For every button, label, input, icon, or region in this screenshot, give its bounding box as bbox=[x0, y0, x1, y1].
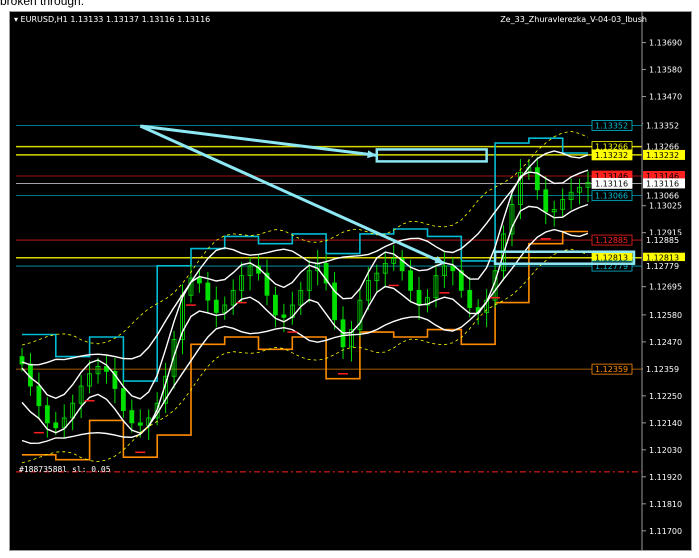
candle-body bbox=[416, 289, 422, 306]
candle-body bbox=[129, 410, 135, 424]
axis-price-tag-label: 1.13232 bbox=[646, 151, 679, 160]
symbol-header: ▾ EURUSD,H1 1.13133 1.13137 1.13116 1.13… bbox=[14, 15, 211, 24]
candle-body bbox=[120, 388, 126, 411]
axis-price-tag-label: 1.12885 bbox=[646, 236, 679, 245]
price-tag-label: 1.13232 bbox=[595, 151, 628, 160]
candle-body bbox=[44, 405, 50, 424]
y-tick-label: 1.11810 bbox=[649, 500, 682, 509]
order-label: #18873588l sl: 0.05 bbox=[19, 465, 111, 474]
candle-body bbox=[197, 277, 202, 284]
y-tick-label: 1.11700 bbox=[649, 527, 682, 536]
y-tick-label: 1.12695 bbox=[649, 283, 682, 292]
candle-body bbox=[205, 282, 211, 301]
axis-price-tag-label: 1.13352 bbox=[646, 121, 679, 130]
candle-body bbox=[467, 289, 473, 308]
y-tick-label: 1.12030 bbox=[649, 446, 682, 455]
y-tick-label: 1.13580 bbox=[649, 66, 682, 75]
price-tag-label: 1.13116 bbox=[595, 179, 628, 188]
axis-price-tag-label: 1.13116 bbox=[646, 179, 679, 188]
candle-body bbox=[273, 294, 278, 316]
y-tick-label: 1.12580 bbox=[649, 311, 682, 320]
y-tick-label: 1.12470 bbox=[649, 338, 682, 347]
candle-body bbox=[543, 189, 549, 213]
axis-price-tag-label: 1.12359 bbox=[646, 365, 679, 374]
price-chart[interactable]: 1.133521.132661.132321.131461.131161.130… bbox=[10, 12, 691, 550]
chart-window[interactable]: 1.13352 1.13266 1.13232 1.13146 1.13116 1.130… bbox=[9, 11, 692, 551]
y-tick-label: 1.12250 bbox=[649, 392, 682, 401]
candle-body bbox=[281, 314, 287, 318]
y-tick-label: 1.11920 bbox=[649, 473, 682, 482]
price-tag-label: 1.13066 bbox=[595, 192, 628, 201]
candle-body bbox=[53, 422, 59, 429]
price-tag-label: 1.12359 bbox=[595, 365, 628, 374]
candle-body bbox=[137, 422, 143, 426]
candle-body bbox=[36, 385, 42, 407]
candle-body bbox=[408, 270, 413, 291]
candle-body bbox=[534, 167, 540, 191]
y-tick-label: 1.12140 bbox=[649, 419, 682, 428]
price-tag-label: 1.12885 bbox=[595, 236, 628, 245]
axis-price-tag-label: 1.12779 bbox=[646, 262, 679, 271]
envelope-line bbox=[21, 169, 589, 400]
candle-body bbox=[213, 299, 219, 313]
y-tick-label: 1.13470 bbox=[649, 93, 682, 102]
y-tick-label: 1.13025 bbox=[649, 202, 682, 211]
y-tick-label: 1.13690 bbox=[649, 39, 682, 48]
indicator-header: Ze_33_Zhuravlerezka_V-04-03_Ibush bbox=[500, 15, 647, 24]
page-caption: broken through. bbox=[0, 0, 85, 8]
price-tag-label: 1.13352 bbox=[595, 121, 628, 130]
axis-price-tag-label: 1.13066 bbox=[646, 192, 679, 201]
